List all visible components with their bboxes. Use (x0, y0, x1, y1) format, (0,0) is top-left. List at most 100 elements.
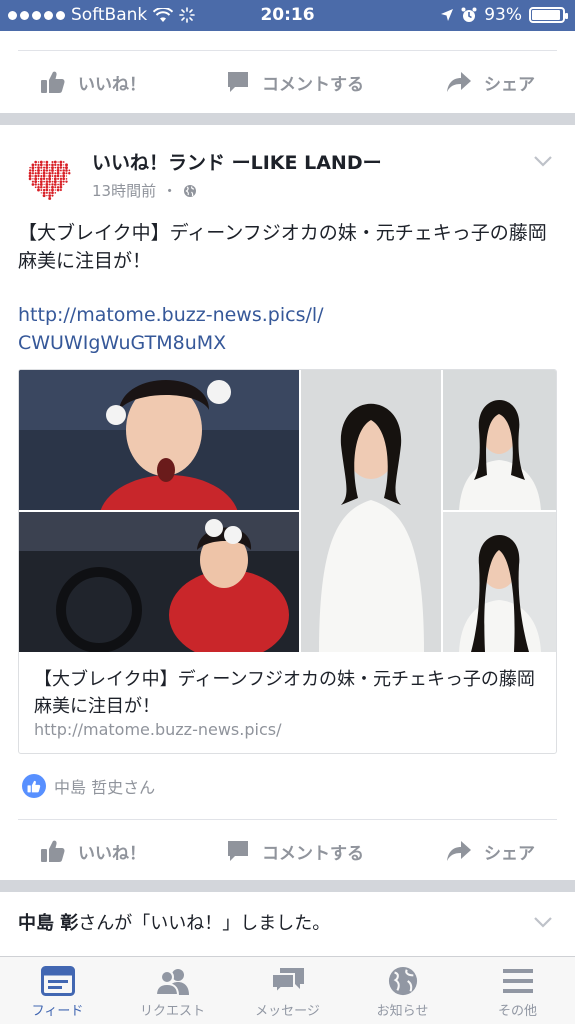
friend-activity-card[interactable]: 中島 彰さんが「いいね！」しました。 (0, 892, 575, 956)
link-preview-card[interactable]: 【大ブレイク中】ディーンフジオカの妹・元チェキっ子の藤岡麻美に注目が！ http… (18, 369, 557, 754)
heart-logo-dot (34, 172, 37, 175)
heart-logo-dot (48, 189, 51, 191)
comment-button[interactable]: コメントする (226, 839, 364, 864)
heart-logo-dot (51, 172, 54, 175)
heart-logo-dot (43, 166, 46, 169)
heart-logo-dot (57, 183, 59, 186)
post-time[interactable]: 13時間前 (92, 180, 156, 201)
heart-logo-dot (42, 169, 46, 172)
heart-logo-dot (39, 180, 43, 184)
heart-logo-dot (51, 166, 54, 170)
heart-logo-dot (37, 183, 40, 186)
battery-icon (529, 7, 568, 23)
friend-requests-icon (154, 969, 189, 996)
heart-logo-dot (34, 166, 37, 169)
like-button[interactable]: いいね！ (40, 70, 146, 95)
chevron-down-icon[interactable] (533, 916, 553, 928)
share-button[interactable]: シェア (446, 839, 535, 864)
share-arrow-icon (447, 841, 471, 861)
heart-logo-dot (28, 174, 32, 178)
post-card: いいね！ランド ーLIKE LANDー 13時間前 ・ 【大ブレイク中】ディーン… (0, 125, 575, 880)
heart-logo-dot (39, 160, 43, 164)
heart-logo-dot (62, 180, 65, 183)
share-label: シェア (484, 74, 535, 95)
heart-logo-dot (54, 189, 56, 191)
tab-feed[interactable]: フィード (0, 957, 115, 1024)
thumbs-up-icon (41, 840, 65, 862)
heart-logo-dot (42, 177, 46, 181)
heart-logo-dot (45, 185, 49, 189)
heart-logo-dot (40, 169, 43, 172)
heart-logo-dot (49, 186, 51, 188)
page-name[interactable]: いいね！ランド ーLIKE LANDー (92, 148, 382, 175)
heart-logo-dot (31, 163, 35, 167)
liked-by-names: 中島 哲史さん (54, 778, 156, 797)
comment-label: コメントする (262, 74, 364, 95)
comment-button[interactable]: コメントする (226, 70, 364, 95)
tab-requests[interactable]: リクエスト (115, 957, 230, 1024)
globe-privacy-icon (184, 184, 197, 197)
heart-logo-dot (59, 183, 63, 186)
post-link[interactable]: http://matome.buzz-news.pics/l/ CWUWIgWu… (18, 301, 558, 357)
heart-logo-dot (51, 169, 54, 172)
heart-logo-dot (28, 169, 32, 172)
tab-more[interactable]: その他 (460, 957, 575, 1024)
heart-logo-dot (32, 175, 34, 177)
heart-logo-dot (42, 174, 46, 178)
heart-logo-dot (59, 166, 63, 169)
heart-logo-dot (34, 169, 37, 172)
heart-logo-dot (62, 174, 66, 178)
previous-post-actions: いいね！ コメントする シェア (0, 51, 575, 113)
heart-logo-dot (29, 166, 31, 169)
link-preview-domain: http://matome.buzz-news.pics/ (34, 720, 282, 739)
heart-logo-dot (37, 163, 40, 166)
bottom-tab-bar: フィード リクエスト メッセージ お知らせ その他 (0, 956, 575, 1024)
heart-logo-dot (42, 194, 46, 198)
heart-logo-dot (59, 163, 63, 167)
heart-logo-dot (48, 197, 52, 200)
battery-percent: 93% (484, 5, 522, 25)
heart-logo-dot (45, 169, 49, 172)
heart-logo-dot (56, 171, 60, 175)
heart-logo-dot (45, 180, 49, 183)
friend-activity-text: 中島 彰さんが「いいね！」しました。 (18, 909, 330, 935)
heart-logo-dot (34, 177, 38, 181)
post-link-line1: http://matome.buzz-news.pics/l/ (18, 304, 324, 326)
heart-logo-dot (31, 183, 35, 186)
heart-logo-dot (34, 174, 38, 178)
chevron-down-icon[interactable] (533, 155, 553, 167)
heart-logo-dot (62, 161, 65, 163)
heart-logo-dot (51, 183, 54, 186)
link-preview-title: 【大ブレイク中】ディーンフジオカの妹・元チェキっ子の藤岡麻美に注目が！ (34, 669, 535, 717)
heart-logo-dot (34, 186, 37, 189)
heart-logo-dot (48, 174, 52, 178)
heart-logo-dot (54, 174, 57, 178)
heart-logo-dot (37, 185, 40, 189)
heart-logo-dot (57, 181, 59, 183)
meta-separator: ・ (162, 182, 178, 200)
messages-icon (270, 968, 304, 996)
heart-logo-dot (39, 183, 43, 186)
like-label: いいね！ (78, 74, 146, 95)
heart-logo-dot (34, 163, 37, 166)
heart-logo-dot (59, 160, 63, 164)
heart-logo-dot (65, 178, 68, 180)
heart-logo-dot (43, 164, 45, 166)
likes-summary[interactable]: 中島 哲史さん (22, 774, 155, 798)
comment-icon (228, 841, 248, 861)
heart-logo-dot (45, 177, 48, 180)
share-button[interactable]: シェア (446, 70, 535, 95)
heart-logo-dot (59, 169, 62, 172)
heart-logo-dot (62, 177, 65, 181)
like-button[interactable]: いいね！ (40, 839, 146, 864)
heart-logo-dot (43, 180, 45, 183)
friend-name[interactable]: 中島 彰 (18, 913, 78, 934)
tab-notifications[interactable]: お知らせ (345, 957, 460, 1024)
heart-logo-dot (51, 180, 54, 183)
heart-logo-dot (62, 171, 66, 175)
tab-messages[interactable]: メッセージ (230, 957, 345, 1024)
heart-logo-dot (51, 175, 54, 177)
heart-logo-dot (42, 188, 46, 192)
heart-logo-dot (32, 178, 34, 180)
heart-logo-dot (62, 169, 65, 172)
